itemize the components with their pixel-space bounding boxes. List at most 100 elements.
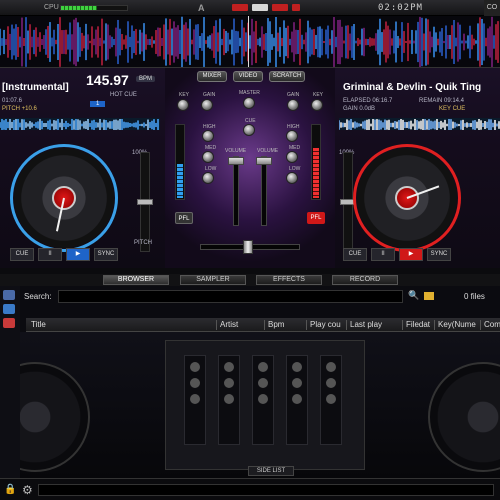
tab-mixer[interactable]: MIXER <box>197 71 227 82</box>
col-bpm[interactable]: Bpm <box>264 320 306 330</box>
col-comment[interactable]: Com <box>480 320 500 330</box>
right-key-label: KEY <box>313 92 324 98</box>
skin-knob <box>292 362 302 372</box>
cue-mix-knob[interactable] <box>243 124 255 136</box>
left-track-title: [Instrumental] <box>2 82 69 93</box>
settings-icon[interactable]: ⚙ <box>22 483 33 497</box>
mode-letter[interactable]: A <box>198 3 205 13</box>
left-transport: CUE II ▶ SYNC <box>0 248 165 264</box>
broadcast-indicator[interactable] <box>292 4 300 11</box>
left-gain-label: GAIN <box>203 92 216 98</box>
left-pitch-slider[interactable] <box>137 152 153 252</box>
cpu-meter-fill <box>61 6 98 10</box>
mode-button[interactable] <box>272 4 288 11</box>
master-label: MASTER <box>239 90 260 96</box>
search-row: Search: 🔍 0 files <box>0 288 500 304</box>
skin-knob <box>190 378 200 388</box>
skin-knob <box>292 394 302 404</box>
tab-scratch[interactable]: SCRATCH <box>269 71 305 82</box>
browser-panel: Search: 🔍 0 files Title Artist Bpm Play … <box>0 286 500 486</box>
right-eq-high-knob[interactable] <box>286 130 298 142</box>
layout-button[interactable] <box>252 4 268 11</box>
left-pfl-button[interactable]: PFL <box>175 212 193 224</box>
right-play-button[interactable]: ▶ <box>399 248 423 261</box>
right-remain: REMAIN 09:14.4 <box>419 98 465 104</box>
left-volume-handle[interactable] <box>228 157 244 165</box>
left-volume-label: VOLUME <box>225 148 247 154</box>
search-options-icon[interactable]: 🔍 <box>408 290 419 301</box>
right-volume-label: VOLUME <box>257 148 279 154</box>
tab-browser[interactable]: BROWSER <box>103 275 169 285</box>
left-key-label: KEY <box>179 92 190 98</box>
tab-video[interactable]: VIDEO <box>233 71 263 82</box>
cue-label: CUE <box>245 118 256 124</box>
right-volume-handle[interactable] <box>256 157 272 165</box>
left-vu-meter <box>175 124 185 200</box>
rhythm-waveform[interactable] <box>0 16 500 68</box>
left-turntable[interactable] <box>10 144 118 252</box>
right-cue-button[interactable]: CUE <box>343 248 367 261</box>
right-eq-low-knob[interactable] <box>286 172 298 184</box>
left-waveform-graphic <box>0 118 159 130</box>
right-elapsed: ELAPSED 06:16.7 <box>343 98 393 104</box>
crossfader-handle[interactable] <box>243 240 253 254</box>
record-indicator-button[interactable] <box>232 4 248 11</box>
side-list-button[interactable]: SIDE LIST <box>248 466 294 476</box>
right-volume-fader[interactable] <box>256 156 272 226</box>
tab-effects[interactable]: EFFECTS <box>256 275 322 285</box>
left-eq-mid-knob[interactable] <box>202 151 214 163</box>
right-gain-knob[interactable] <box>287 99 299 111</box>
mixer-panel: MIXER VIDEO SCRATCH KEY GAIN MASTER GAIN… <box>165 68 335 268</box>
right-deck-waveform[interactable] <box>339 118 500 130</box>
right-pfl-button[interactable]: PFL <box>307 212 325 224</box>
right-turntable[interactable] <box>353 144 461 252</box>
skin-channel <box>252 355 274 445</box>
crossfader[interactable] <box>200 240 300 254</box>
left-eq-low-knob[interactable] <box>202 172 214 184</box>
folder-sidebar <box>0 286 20 486</box>
lock-icon[interactable]: 🔒 <box>4 484 16 496</box>
right-pitch-slider[interactable] <box>340 152 356 252</box>
left-pitch-readout: PITCH +10.6 <box>2 106 37 112</box>
left-hot-cue-button[interactable]: 1 <box>90 101 106 107</box>
col-title[interactable]: Title <box>28 320 216 330</box>
left-pitch-handle[interactable] <box>137 199 153 205</box>
right-sync-button[interactable]: SYNC <box>427 248 451 261</box>
right-key-knob[interactable] <box>311 99 323 111</box>
left-key-knob[interactable] <box>177 99 189 111</box>
folder-icon[interactable] <box>424 292 434 300</box>
left-eq-high-label: HIGH <box>203 124 216 130</box>
col-filedate[interactable]: Filedat <box>402 320 434 330</box>
col-play-count[interactable]: Play cou <box>306 320 346 330</box>
browser-background-skin <box>20 332 500 480</box>
search-input[interactable] <box>58 290 403 303</box>
skin-knob <box>258 362 268 372</box>
left-eq-high-knob[interactable] <box>202 130 214 142</box>
column-headers: Title Artist Bpm Play cou Last play File… <box>26 318 500 332</box>
left-sync-button[interactable]: SYNC <box>94 248 118 261</box>
skin-mixer-console <box>165 340 365 470</box>
left-play-button[interactable]: ▶ <box>66 248 90 261</box>
tab-sampler[interactable]: SAMPLER <box>180 275 246 285</box>
clock: 02:02PM <box>378 3 423 13</box>
skin-knob <box>190 362 200 372</box>
right-pause-button[interactable]: II <box>371 248 395 261</box>
right-eq-mid-knob[interactable] <box>286 151 298 163</box>
col-artist[interactable]: Artist <box>216 320 264 330</box>
left-cue-button[interactable]: CUE <box>10 248 34 261</box>
left-bpm-tag[interactable]: BPM <box>136 76 156 82</box>
virtual-folder-icon[interactable] <box>3 304 15 314</box>
left-volume-fader[interactable] <box>228 156 244 226</box>
left-pause-button[interactable]: II <box>38 248 62 261</box>
tab-record[interactable]: RECORD <box>332 275 398 285</box>
col-last-play[interactable]: Last play <box>346 320 402 330</box>
col-key[interactable]: Key(Nume <box>434 320 480 330</box>
left-deck-waveform[interactable] <box>0 118 160 130</box>
config-button[interactable]: CO <box>484 0 500 16</box>
left-bpm: 145.97 <box>86 72 129 88</box>
left-gain-knob[interactable] <box>201 99 213 111</box>
right-key-cue-label: KEY CUE <box>439 106 466 112</box>
master-knob[interactable] <box>243 97 255 109</box>
virtualdj-window: CPU A 02:02PM CO 145.97 BPM [Instrumenta… <box>0 0 500 500</box>
playlist-folder-icon[interactable] <box>3 318 15 328</box>
